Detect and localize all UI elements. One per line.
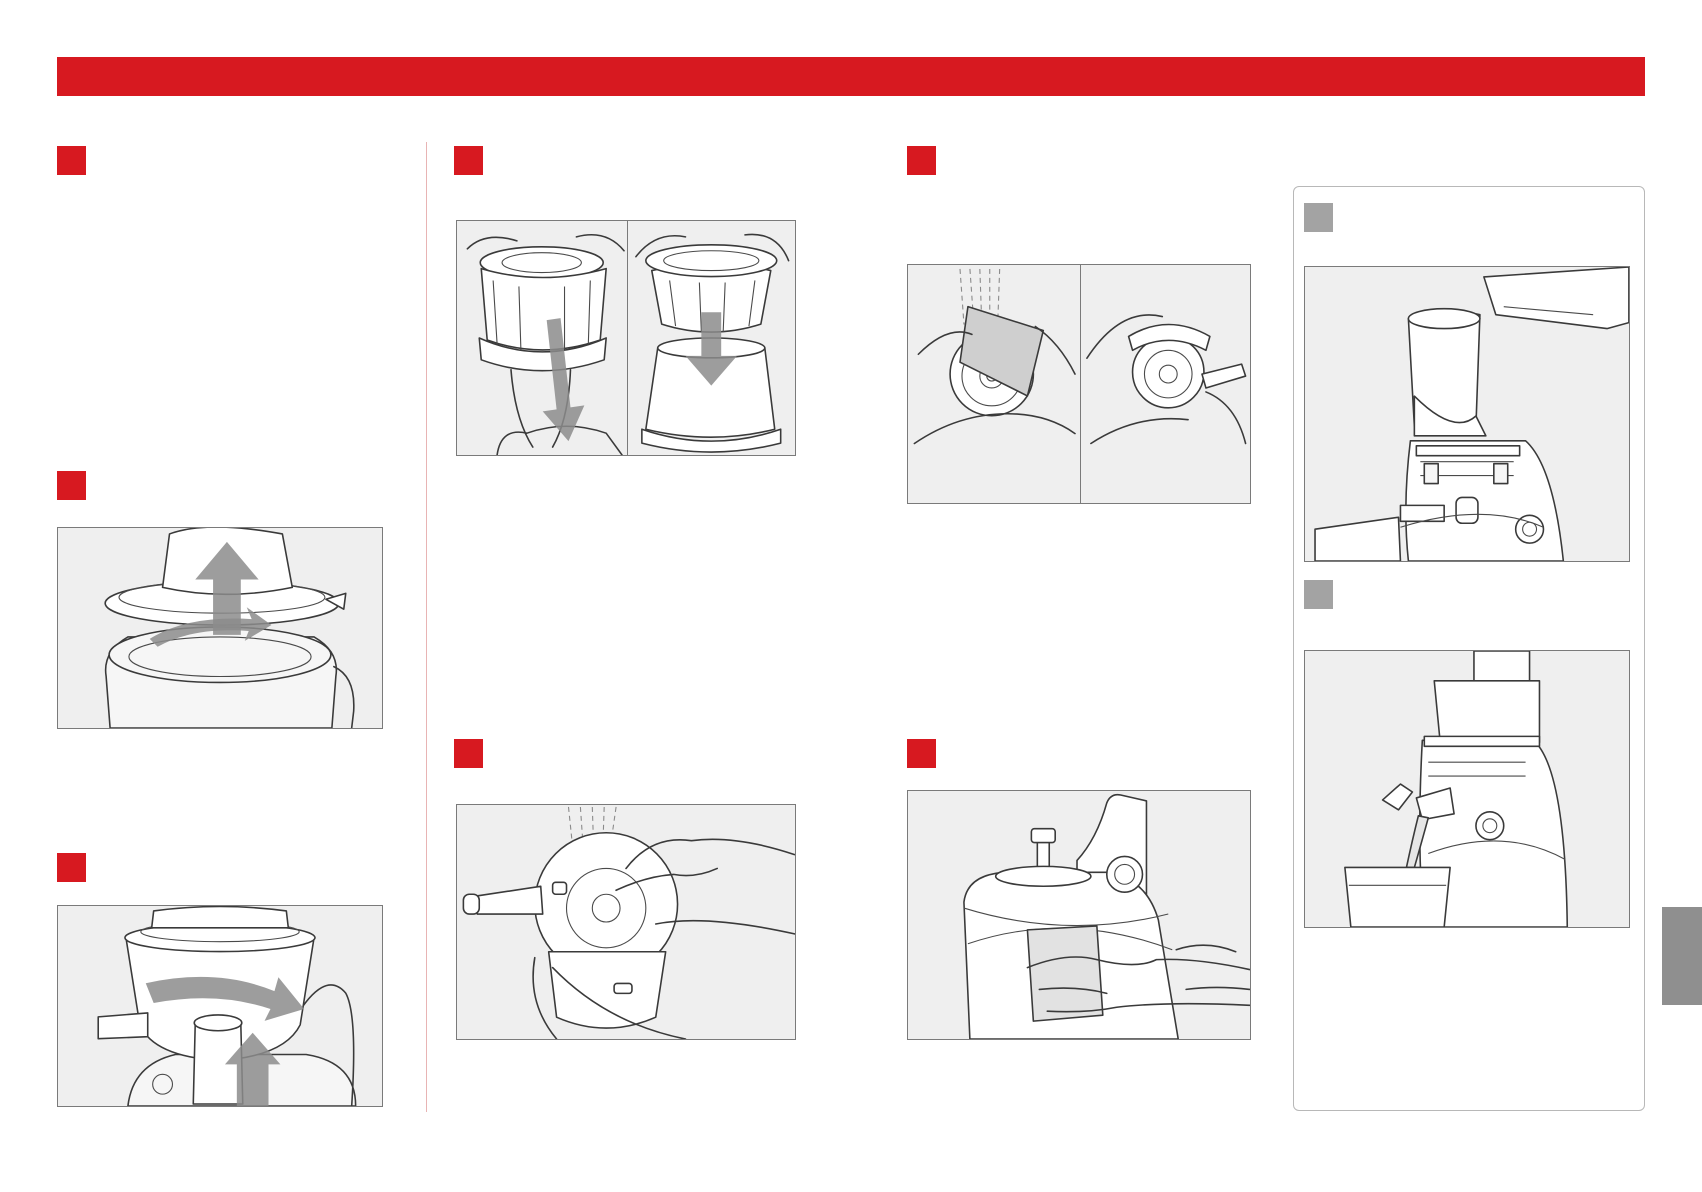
illustration-remove-drum [57, 905, 383, 1107]
illustration-separate-strainer [456, 220, 796, 456]
column-divider [426, 142, 427, 1112]
step-marker [57, 471, 86, 500]
illustration-pour-into-hopper [1304, 266, 1630, 562]
tip-marker [1304, 580, 1333, 609]
illustration-clean-screw [907, 264, 1251, 504]
step-marker [57, 853, 86, 882]
step-marker [454, 146, 483, 175]
illustration-rinse-hopper [456, 804, 796, 1040]
illustration-wipe-body [907, 790, 1251, 1040]
header-bar [57, 57, 1645, 96]
step-marker [907, 739, 936, 768]
illustration-lift-hopper [57, 527, 383, 729]
step-marker [57, 146, 86, 175]
tip-marker [1304, 203, 1333, 232]
step-marker [907, 146, 936, 175]
side-tab [1662, 907, 1702, 1005]
illustration-juice-into-glass [1304, 650, 1630, 928]
step-marker [454, 739, 483, 768]
